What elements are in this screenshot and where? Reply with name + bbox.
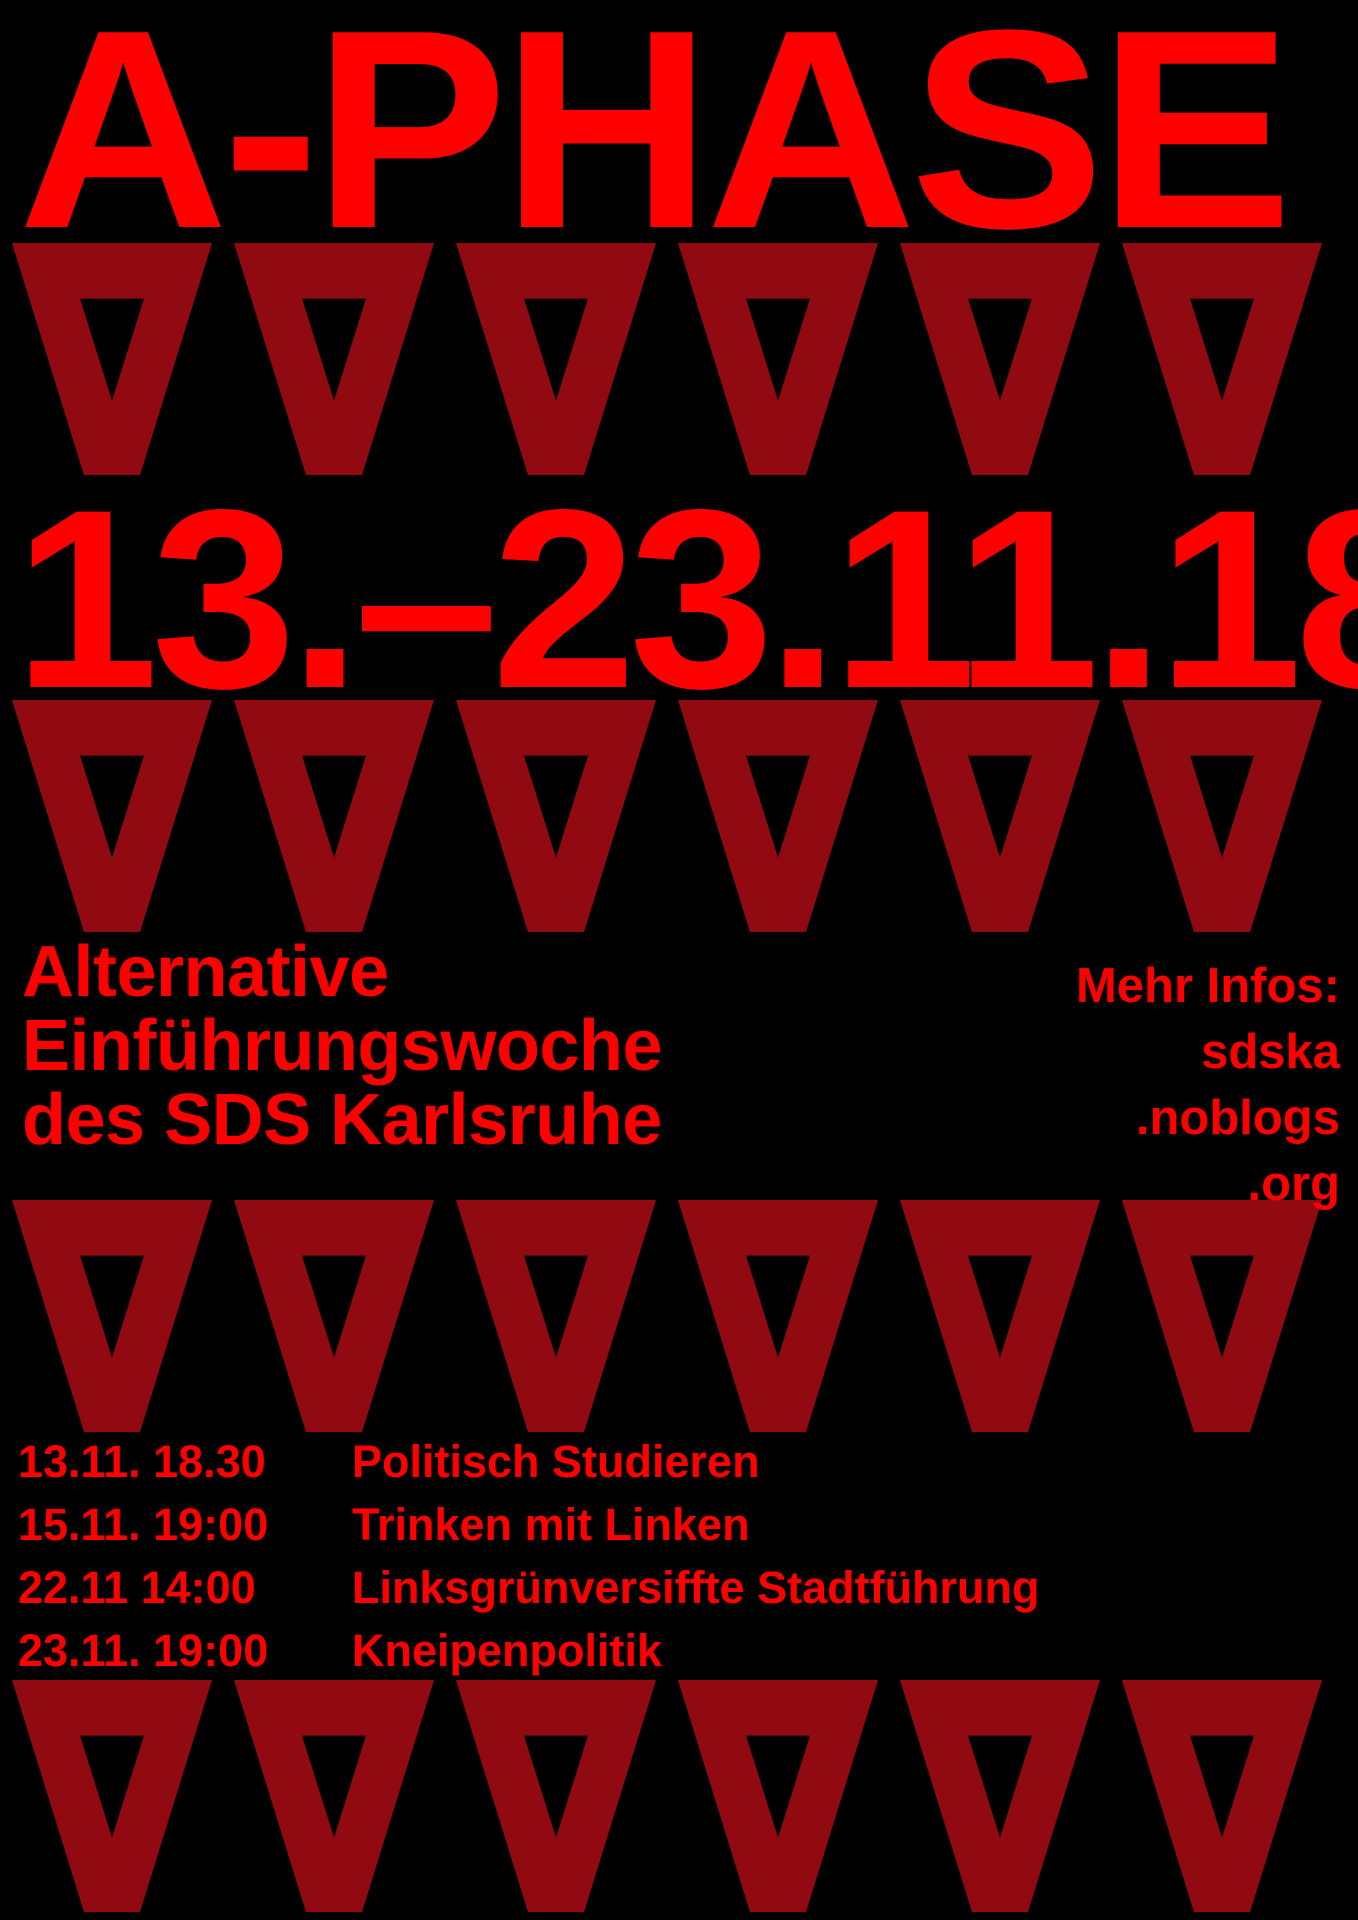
inverted-a-strip — [12, 1680, 1322, 1912]
inverted-a-icon — [678, 1680, 878, 1912]
inverted-a-icon — [12, 1680, 212, 1912]
event-title: Linksgrünversiffte Stadtführung — [352, 1562, 1040, 1613]
inverted-a-row-4 — [0, 1680, 1358, 1912]
event-datetime: 22.11 14:00 — [18, 1562, 256, 1613]
inverted-a-icon — [234, 1200, 434, 1432]
event-row: 13.11. 18.30 Politisch Studieren — [18, 1430, 1040, 1493]
event-datetime: 15.11. 19:00 — [18, 1499, 269, 1550]
event-title: Kneipenpolitik — [352, 1625, 663, 1676]
event-row: 23.11. 19:00 Kneipenpolitik — [18, 1619, 1040, 1682]
subtitle-line: des SDS Karlsruhe — [22, 1080, 662, 1160]
inverted-a-icon — [900, 1680, 1100, 1912]
subtitle-line: Alternative — [22, 932, 389, 1012]
inverted-a-icon — [1122, 1680, 1322, 1912]
event-row: 15.11. 19:00 Trinken mit Linken — [18, 1493, 1040, 1556]
inverted-a-strip — [12, 1200, 1322, 1432]
event-datetime: 13.11. 18.30 — [18, 1436, 266, 1487]
more-info-label: Mehr Infos: — [1075, 959, 1340, 1013]
inverted-a-icon — [1122, 1200, 1322, 1432]
subtitle-line: Einführungswoche — [22, 1006, 663, 1086]
more-info: Mehr Infos: sdska .noblogs .org — [1076, 953, 1340, 1217]
event-title: Politisch Studieren — [352, 1436, 760, 1487]
inverted-a-icon — [456, 1680, 656, 1912]
website-part: .noblogs — [1135, 1091, 1340, 1145]
poster-title: A-PHASE — [18, 0, 1293, 287]
website-part: .org — [1247, 1157, 1340, 1211]
inverted-a-icon — [12, 1200, 212, 1432]
poster: A-PHASE 13.–23.11.18 Alternative Einführ… — [0, 0, 1358, 1920]
event-schedule: 13.11. 18.30 Politisch Studieren 15.11. … — [18, 1430, 1040, 1682]
inverted-a-row-3 — [0, 1200, 1358, 1432]
event-datetime: 23.11. 19:00 — [18, 1625, 269, 1676]
inverted-a-icon — [678, 1200, 878, 1432]
inverted-a-icon — [234, 1680, 434, 1912]
website-part: sdska — [1201, 1025, 1340, 1079]
subtitle: Alternative Einführungswoche des SDS Kar… — [22, 932, 663, 1160]
event-row: 22.11 14:00 Linksgrünversiffte Stadtführ… — [18, 1556, 1040, 1619]
date-range: 13.–23.11.18 — [14, 457, 1358, 742]
inverted-a-icon — [900, 1200, 1100, 1432]
event-title: Trinken mit Linken — [352, 1499, 750, 1550]
inverted-a-icon — [456, 1200, 656, 1432]
